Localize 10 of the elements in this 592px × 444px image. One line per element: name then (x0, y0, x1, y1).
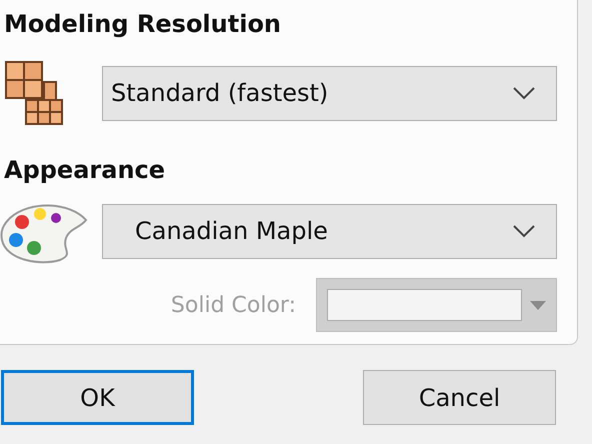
field-label: Solid Color: (170, 292, 296, 318)
chevron-down-icon (512, 86, 536, 100)
cancel-button[interactable]: Cancel (363, 370, 556, 425)
section-heading: Appearance (4, 155, 166, 186)
ok-button[interactable]: OK (1, 370, 194, 425)
chevron-down-icon (512, 224, 536, 238)
dropdown[interactable]: Standard (fastest) (102, 66, 557, 120)
dropdown[interactable]: Canadian Maple (102, 204, 557, 258)
section-heading: Modeling Resolution (4, 9, 282, 40)
caret-icon (528, 299, 548, 311)
